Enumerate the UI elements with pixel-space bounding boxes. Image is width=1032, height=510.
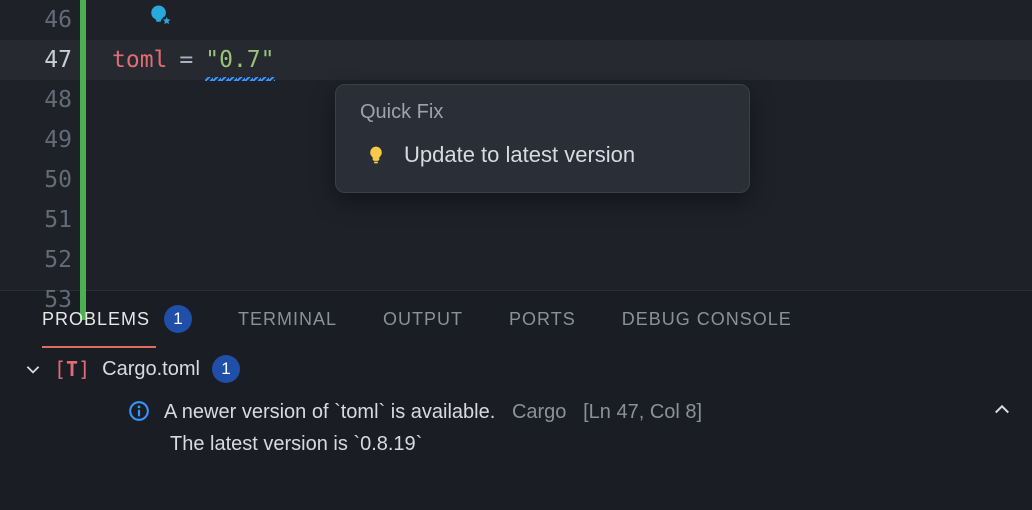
line-number: 46 (0, 0, 80, 40)
problem-message: A newer version of `toml` is available. (164, 401, 495, 423)
problem-file-row[interactable]: [T] Cargo.toml 1 (0, 347, 1032, 389)
file-problem-badge: 1 (212, 355, 240, 383)
active-tab-underline (42, 346, 156, 348)
problem-detail: The latest version is `0.8.19` (0, 431, 1032, 456)
code-editor[interactable]: 46 47 toml = "0.7" 48 49 50 51 52 53 (0, 0, 1032, 290)
toml-op: = (169, 40, 203, 80)
line-number: 49 (0, 120, 80, 160)
info-icon (128, 400, 150, 431)
lightbulb-hint-icon[interactable] (148, 2, 174, 30)
line-number: 51 (0, 200, 80, 240)
line-number: 52 (0, 240, 80, 280)
problem-location: [Ln 47, Col 8] (583, 401, 702, 423)
chevron-up-icon[interactable] (992, 399, 1012, 429)
toml-key: toml (112, 40, 167, 80)
file-type-icon: [T] (54, 357, 90, 381)
problems-badge: 1 (164, 305, 192, 333)
problem-source: Cargo (512, 401, 566, 423)
tab-problems[interactable]: PROBLEMS (42, 309, 150, 330)
quick-fix-title: Quick Fix (360, 101, 725, 124)
line-number: 48 (0, 80, 80, 120)
line-number: 50 (0, 160, 80, 200)
quick-fix-label: Update to latest version (404, 142, 635, 168)
problem-row[interactable]: A newer version of `toml` is available. … (0, 389, 1032, 431)
lightbulb-icon (366, 145, 386, 165)
quick-fix-popup: Quick Fix Update to latest version (335, 84, 750, 193)
active-line[interactable]: 47 toml = "0.7" (0, 40, 1032, 80)
bottom-panel: PROBLEMS 1 TERMINAL OUTPUT PORTS DEBUG C… (0, 290, 1032, 510)
chevron-down-icon (24, 360, 42, 378)
info-squiggle (205, 77, 274, 81)
line-number: 47 (0, 40, 80, 80)
file-name: Cargo.toml (102, 358, 200, 381)
toml-value[interactable]: "0.7" (205, 40, 274, 80)
quick-fix-item[interactable]: Update to latest version (360, 138, 725, 172)
